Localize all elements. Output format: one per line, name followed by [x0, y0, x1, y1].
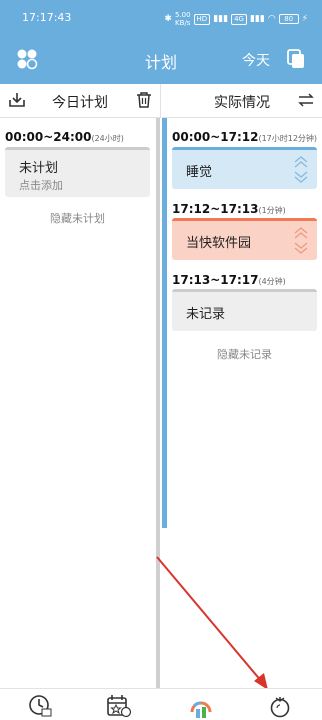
actual-toolbar: 实际情况 [162, 84, 322, 118]
clock-icon[interactable] [28, 694, 52, 720]
plan-toolbar: 今日计划 [0, 84, 160, 118]
chart-icon[interactable] [188, 694, 214, 720]
toolbar-separator [160, 84, 161, 118]
chevrons-icon[interactable] [293, 154, 309, 188]
page-title: 计划 [144, 53, 177, 72]
left-scrollbar[interactable] [156, 118, 160, 688]
tomato-icon[interactable] [268, 694, 292, 720]
download-icon[interactable] [8, 91, 26, 113]
net-badge: 4G [231, 13, 247, 25]
actual-title: 实际情况 [214, 95, 270, 111]
trash-icon[interactable] [136, 91, 152, 113]
network-speed: 5.00 KB/s [174, 11, 191, 27]
status-icons: ✱ 5.00 KB/s HD ▮▮▮ 4G ▮▮▮ ◠ 80 ⚡ [164, 11, 308, 27]
status-bar: 17:17:43 ✱ 5.00 KB/s HD ▮▮▮ 4G ▮▮▮ ◠ 80 … [0, 0, 322, 40]
actual-time-header-3: 17:13~17:17(4分钟) [172, 273, 286, 287]
today-button[interactable]: 今天 [242, 50, 270, 70]
signal-icon-2: ▮▮▮ [249, 14, 265, 24]
battery-icon: 80 [278, 14, 299, 24]
sleep-card[interactable]: 睡觉 [172, 147, 317, 189]
card-name: 当快软件园 [186, 236, 252, 251]
card-subtitle: 点击添加 [19, 179, 63, 192]
chevrons-icon[interactable] [293, 225, 309, 259]
swap-icon[interactable] [298, 92, 314, 112]
app-card[interactable]: 当快软件园 [172, 218, 317, 260]
signal-icon: ▮▮▮ [213, 14, 229, 24]
wifi-icon: ◠ [267, 14, 276, 24]
bottom-nav [0, 688, 322, 720]
hd-badge: HD [193, 13, 211, 25]
calendar-star-icon[interactable] [106, 694, 132, 720]
unrecorded-card[interactable]: 未记录 [172, 289, 317, 331]
charging-icon: ⚡ [301, 14, 308, 24]
timeline-bar [162, 118, 167, 528]
copy-icon[interactable] [286, 48, 306, 74]
hide-unrecorded-link[interactable]: 隐藏未记录 [172, 346, 317, 362]
actual-time-header-2: 17:12~17:13(1分钟) [172, 202, 286, 216]
status-time: 17:17:43 [22, 11, 72, 24]
unplanned-card[interactable]: 未计划 点击添加 [5, 147, 150, 197]
app-bar: 计划 今天 [0, 40, 322, 84]
hide-unplanned-link[interactable]: 隐藏未计划 [5, 210, 150, 226]
card-name: 未计划 [19, 161, 59, 176]
plan-time-header: 00:00~24:00(24小时) [5, 130, 124, 144]
actual-time-header-1: 00:00~17:12(17小时12分钟) [172, 130, 318, 144]
plan-title: 今日计划 [52, 95, 108, 111]
card-name: 未记录 [186, 307, 226, 322]
card-name: 睡觉 [186, 165, 213, 180]
bluetooth-icon: ✱ [164, 14, 172, 24]
